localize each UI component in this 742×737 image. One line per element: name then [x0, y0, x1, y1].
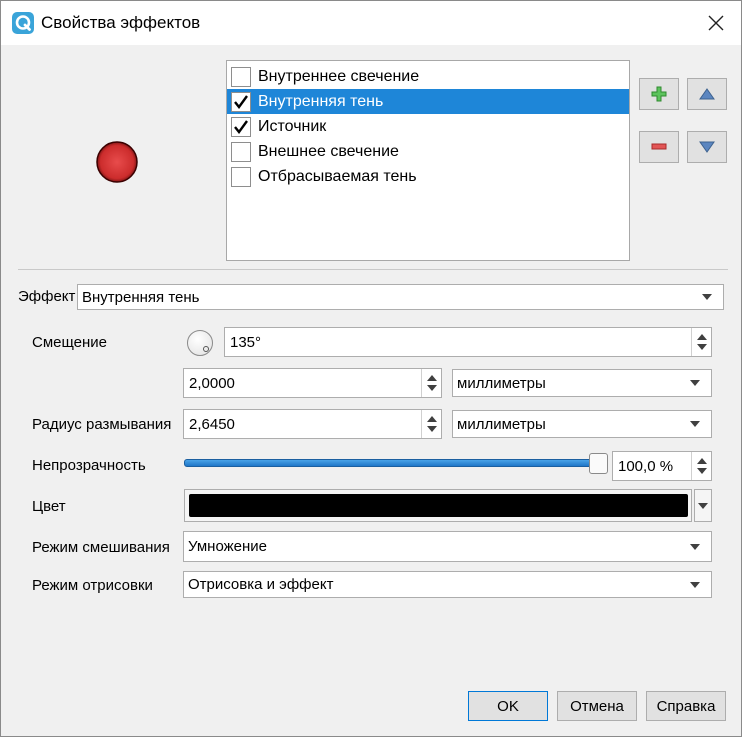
- list-item-source[interactable]: Источник: [227, 114, 629, 139]
- chevron-down-icon: [702, 294, 712, 300]
- opacity-slider-handle[interactable]: [589, 453, 608, 474]
- angle-spin-buttons[interactable]: [691, 328, 711, 356]
- blur-units-select[interactable]: миллиметры: [452, 410, 712, 438]
- opacity-label: Непрозрачность: [32, 457, 146, 474]
- list-item-label: Внешнее свечение: [258, 142, 399, 160]
- angle-spinbox[interactable]: 135°: [224, 327, 712, 357]
- list-item-label: Источник: [258, 117, 327, 135]
- window-title: Свойства эффектов: [41, 13, 201, 32]
- checkbox[interactable]: [231, 116, 251, 137]
- list-item-outer-glow[interactable]: Внешнее свечение: [227, 139, 629, 164]
- list-item-inner-shadow[interactable]: Внутренняя тень: [227, 89, 629, 114]
- draw-mode-label: Режим отрисовки: [32, 577, 153, 594]
- effect-type-select[interactable]: Внутренняя тень: [77, 284, 724, 310]
- chevron-down-icon: [690, 380, 700, 386]
- offset-distance-value: 2,0000: [189, 374, 235, 392]
- effect-preview: [95, 140, 139, 184]
- checkbox[interactable]: [231, 66, 251, 87]
- effect-properties-dialog: Свойства эффектов Внутреннее свечение Вн…: [0, 0, 742, 737]
- close-button[interactable]: [691, 1, 741, 45]
- move-up-button[interactable]: [687, 78, 727, 110]
- checkbox[interactable]: [231, 141, 251, 162]
- blur-radius-value: 2,6450: [189, 415, 235, 433]
- blur-radius-spinbox[interactable]: 2,6450: [183, 409, 442, 439]
- ok-button[interactable]: OK: [468, 691, 548, 721]
- opacity-value: 100,0 %: [618, 457, 674, 475]
- blend-mode-select[interactable]: Умножение: [183, 531, 712, 562]
- add-effect-button[interactable]: [639, 78, 679, 110]
- plus-icon: [651, 86, 667, 102]
- checkmark-icon: [234, 94, 248, 109]
- list-item-inner-glow[interactable]: Внутреннее свечение: [227, 64, 629, 89]
- blur-units-value: миллиметры: [457, 415, 546, 433]
- chevron-down-icon: [698, 503, 708, 509]
- draw-mode-select[interactable]: Отрисовка и эффект: [183, 571, 712, 598]
- chevron-down-icon: [690, 581, 700, 588]
- offset-units-select[interactable]: миллиметры: [452, 369, 712, 397]
- close-icon: [708, 15, 724, 31]
- offset-label: Смещение: [32, 334, 108, 351]
- blend-mode-value: Умножение: [188, 538, 268, 555]
- checkbox[interactable]: [231, 166, 251, 187]
- color-label: Цвет: [32, 498, 66, 515]
- blur-spin-buttons[interactable]: [421, 410, 441, 438]
- cancel-button[interactable]: Отмена: [557, 691, 637, 721]
- remove-effect-button[interactable]: [639, 131, 679, 163]
- checkbox[interactable]: [231, 91, 251, 112]
- opacity-spinbox[interactable]: 100,0 %: [612, 451, 712, 481]
- title-bar: Свойства эффектов: [1, 1, 741, 45]
- effect-type-value: Внутренняя тень: [82, 288, 200, 306]
- color-swatch: [189, 494, 688, 517]
- blur-radius-label: Радиус размывания: [32, 416, 172, 433]
- move-down-button[interactable]: [687, 131, 727, 163]
- draw-mode-value: Отрисовка и эффект: [188, 576, 334, 593]
- angle-value: 135°: [230, 333, 262, 351]
- list-item-drop-shadow[interactable]: Отбрасываемая тень: [227, 164, 629, 189]
- divider: [18, 269, 728, 270]
- blend-mode-label: Режим смешивания: [32, 539, 170, 556]
- effect-type-label: Эффект: [18, 288, 76, 305]
- help-button[interactable]: Справка: [646, 691, 726, 721]
- arrow-down-icon: [699, 141, 715, 153]
- effects-list[interactable]: Внутреннее свечение Внутренняя тень Исто…: [226, 60, 630, 261]
- list-item-label: Отбрасываемая тень: [258, 167, 417, 185]
- chevron-down-icon: [690, 421, 700, 427]
- color-button[interactable]: [184, 489, 692, 522]
- list-item-label: Внутренняя тень: [258, 92, 384, 110]
- color-dropdown-button[interactable]: [694, 489, 712, 522]
- offset-spin-buttons[interactable]: [421, 369, 441, 397]
- offset-units-value: миллиметры: [457, 374, 546, 392]
- angle-dial[interactable]: [187, 330, 213, 356]
- chevron-down-icon: [690, 543, 700, 550]
- minus-icon: [651, 143, 667, 150]
- opacity-slider-track[interactable]: [184, 459, 596, 467]
- checkmark-icon: [234, 119, 248, 134]
- arrow-up-icon: [699, 88, 715, 100]
- qgis-logo-icon: [12, 12, 34, 34]
- offset-distance-spinbox[interactable]: 2,0000: [183, 368, 442, 398]
- list-item-label: Внутреннее свечение: [258, 67, 420, 85]
- opacity-spin-buttons[interactable]: [691, 452, 711, 480]
